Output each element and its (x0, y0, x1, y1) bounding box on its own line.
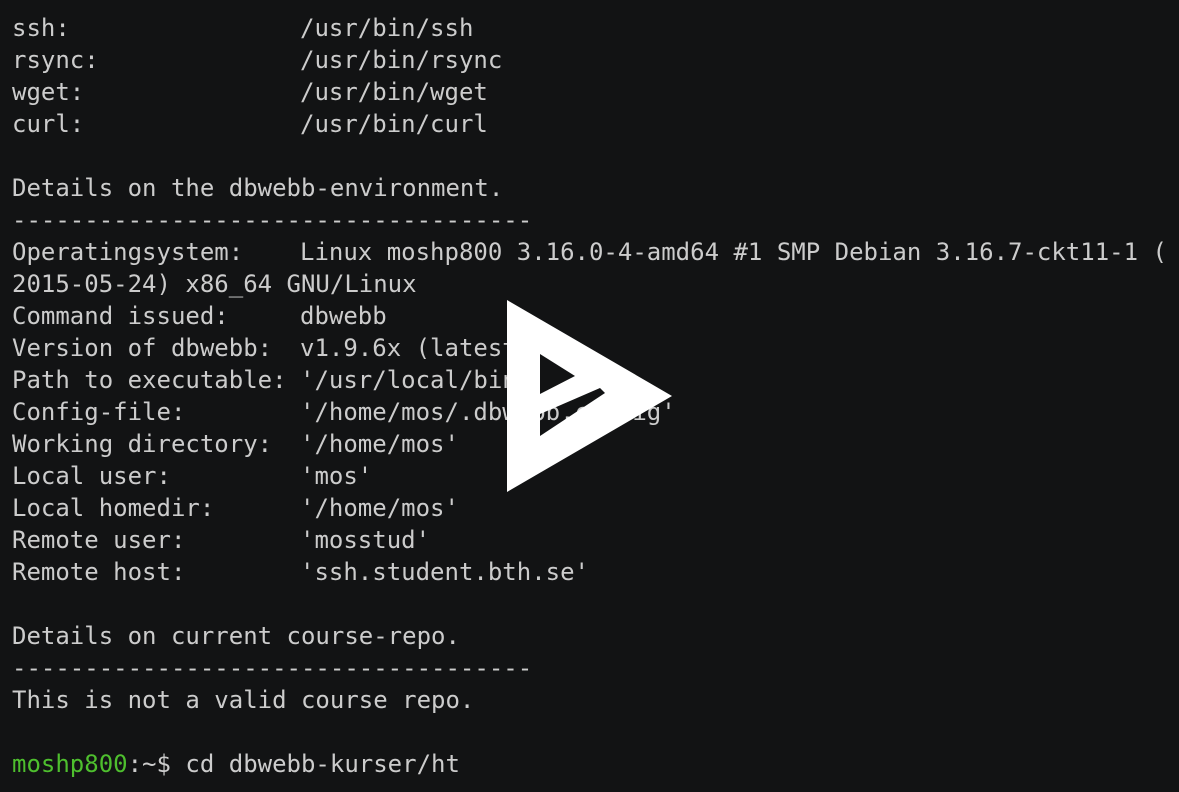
env-value: Linux moshp800 3.16.0-4-amd64 #1 SMP Deb… (300, 238, 1167, 266)
env-label: Working directory: (12, 430, 273, 458)
tool-label: ssh: (12, 14, 70, 42)
tool-line-curl: curl: /usr/bin/curl (12, 108, 1179, 140)
separator-line: ------------------------------------ (12, 654, 533, 682)
env-heading: Details on the dbwebb-environment. (12, 174, 504, 202)
tool-path: /usr/bin/rsync (300, 46, 503, 74)
env-line-remote-user: Remote user: 'mosstud' (12, 524, 1179, 556)
env-label: Remote user: (12, 526, 186, 554)
tool-label: wget: (12, 78, 85, 106)
env-value: dbwebb (300, 302, 387, 330)
play-icon[interactable] (480, 296, 680, 496)
repo-message: This is not a valid course repo. (12, 686, 475, 714)
env-value: '/home/mos' (300, 494, 459, 522)
tool-label: rsync: (12, 46, 99, 74)
repo-heading: Details on current course-repo. (12, 622, 460, 650)
env-line-local-homedir: Local homedir: '/home/mos' (12, 492, 1179, 524)
env-value: 'mosstud' (300, 526, 431, 554)
env-label: Path to executable: (12, 366, 287, 394)
env-label: Command issued: (12, 302, 229, 330)
env-line-os: Operatingsystem: Linux moshp800 3.16.0-4-… (12, 236, 1179, 268)
env-label: Version of dbwebb: (12, 334, 273, 362)
tool-line-rsync: rsync: /usr/bin/rsync (12, 44, 1179, 76)
env-value: 'ssh.student.bth.se' (300, 558, 589, 586)
prompt-symbol: :~$ (127, 750, 186, 778)
env-label: Local user: (12, 462, 171, 490)
prompt-hostname: moshp800 (12, 750, 128, 778)
env-label: Local homedir: (12, 494, 215, 522)
tool-path: /usr/bin/wget (300, 78, 488, 106)
env-line-remote-host: Remote host: 'ssh.student.bth.se' (12, 556, 1179, 588)
env-value: '/home/mos' (300, 430, 459, 458)
separator-line: ------------------------------------ (12, 206, 533, 234)
tool-line-ssh: ssh: /usr/bin/ssh (12, 12, 1179, 44)
tool-path: /usr/bin/curl (300, 110, 488, 138)
play-triangle (507, 300, 672, 492)
env-label: Remote host: (12, 558, 186, 586)
env-label: Config-file: (12, 398, 186, 426)
prompt-command: cd dbwebb-kurser/ht (185, 750, 460, 778)
env-label: Operatingsystem: (12, 238, 244, 266)
tool-path: /usr/bin/ssh (300, 14, 474, 42)
prompt-line[interactable]: moshp800:~$ cd dbwebb-kurser/ht (12, 748, 1179, 780)
env-value: 'mos' (300, 462, 373, 490)
tool-label: curl: (12, 110, 85, 138)
tool-line-wget: wget: /usr/bin/wget (12, 76, 1179, 108)
